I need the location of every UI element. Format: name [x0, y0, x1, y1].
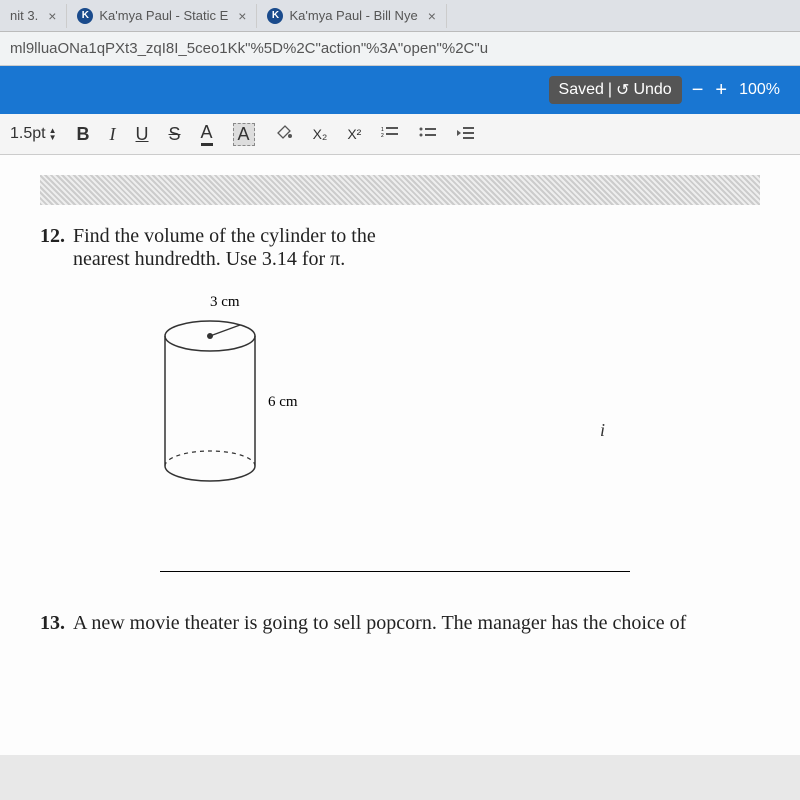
bullet-list-icon[interactable] — [419, 124, 437, 145]
italic-button[interactable]: I — [110, 124, 116, 145]
formatting-toolbar: 1.5pt ▲▼ B I U S A A X₂ X² 12 — [0, 114, 800, 155]
question-12: 12. Find the volume of the cylinder to t… — [40, 225, 760, 271]
underline-button[interactable]: U — [136, 124, 149, 145]
bold-button[interactable]: B — [77, 124, 90, 145]
zoom-out-button[interactable]: − — [692, 79, 704, 102]
zoom-level: 100% — [739, 81, 780, 99]
saved-label: Saved — [559, 81, 604, 99]
stray-i: i — [600, 420, 605, 441]
saved-undo-group: Saved | ↺ Undo — [549, 76, 682, 104]
k-icon: K — [77, 8, 93, 24]
svg-text:2: 2 — [381, 133, 384, 139]
close-icon[interactable]: × — [428, 8, 436, 24]
superscript-button[interactable]: X² — [347, 126, 361, 142]
tab-label: Ka'mya Paul - Bill Nye — [289, 8, 417, 23]
font-color-button[interactable]: A — [201, 122, 213, 146]
zoom-in-button[interactable]: + — [715, 79, 727, 102]
font-size-selector[interactable]: 1.5pt ▲▼ — [10, 125, 57, 143]
answer-blank-line — [160, 571, 630, 572]
divider: | — [608, 81, 612, 99]
question-number: 13. — [40, 612, 65, 635]
url-bar[interactable]: ml9lluaONa1qPXt3_zqI8I_5ceo1Kk"%5D%2C"ac… — [0, 32, 800, 66]
close-icon[interactable]: × — [238, 8, 246, 24]
font-size-value: 1.5pt — [10, 125, 46, 143]
strikethrough-button[interactable]: S — [169, 124, 181, 145]
close-icon[interactable]: × — [48, 8, 56, 24]
undo-icon[interactable]: ↺ — [616, 80, 629, 100]
question-13: 13. A new movie theater is going to sell… — [40, 612, 760, 635]
app-header: Saved | ↺ Undo − + 100% — [0, 66, 800, 114]
paint-bucket-icon[interactable] — [275, 123, 293, 146]
k-icon: K — [267, 8, 283, 24]
worksheet-page: 12. Find the volume of the cylinder to t… — [0, 155, 800, 755]
tab-1[interactable]: nit 3. × — [0, 4, 67, 28]
stepper-arrows-icon: ▲▼ — [49, 127, 57, 141]
highlight-button[interactable]: A — [233, 123, 255, 146]
undo-label[interactable]: Undo — [633, 81, 671, 99]
tab-2[interactable]: K Ka'mya Paul - Static E × — [67, 4, 257, 28]
zoom-controls: − + 100% — [692, 79, 780, 102]
radius-label: 3 cm — [210, 294, 240, 310]
subscript-button[interactable]: X₂ — [313, 126, 328, 142]
question-text: Find the volume of the cylinder to the n… — [73, 225, 376, 271]
numbered-list-icon[interactable]: 12 — [381, 124, 399, 145]
question-number: 12. — [40, 225, 65, 271]
tab-label: nit 3. — [10, 8, 38, 23]
tab-3[interactable]: K Ka'mya Paul - Bill Nye × — [257, 4, 446, 28]
browser-tabs: nit 3. × K Ka'mya Paul - Static E × K Ka… — [0, 0, 800, 32]
height-label: 6 cm — [268, 394, 298, 410]
outdent-icon[interactable] — [457, 124, 475, 145]
cylinder-diagram: 3 cm 6 cm — [140, 291, 340, 521]
texture-band — [40, 175, 760, 205]
question-text: A new movie theater is going to sell pop… — [73, 612, 686, 635]
tab-label: Ka'mya Paul - Static E — [99, 8, 228, 23]
